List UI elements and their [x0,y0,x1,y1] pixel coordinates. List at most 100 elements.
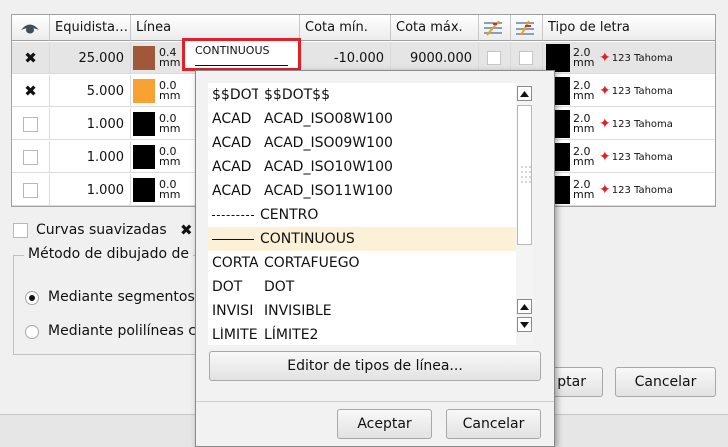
font-star-icon: ✦ [599,83,611,99]
scroll-thumb[interactable] [517,105,532,245]
linetype-name: INVISIBLE [264,303,332,319]
visibility-cell: ✖ [12,42,50,74]
linetype-list-item[interactable]: CENTRO [208,203,523,227]
font-cell[interactable]: 2.0 mm ✦ 123 Tahoma [543,174,715,206]
max-elevation-header[interactable]: Cota máx. [391,15,479,41]
scroll-down-button[interactable] [517,317,532,332]
label-option-checkbox-1[interactable] [487,51,501,65]
line-weight-label: 0.0 mm [159,79,181,102]
linetype-name: ACAD_ISO11W100 [264,183,393,199]
arrow-up-icon [520,303,529,310]
linetype-name: ACAD_ISO10W100 [264,159,393,175]
linetype-preview: DOT [212,279,243,295]
font-star-icon: ✦ [599,116,611,132]
linetype-list-item[interactable]: ACAD ACAD_ISO08W100 [208,107,523,131]
linetype-preview: ACAD [212,183,252,199]
grip-icon [521,166,531,183]
visibility-cell: ✖ [12,75,50,107]
font-star-icon: ✦ [599,149,611,165]
linetype-list[interactable]: $$DOT $$DOT$$ ACAD ACAD_ISO08W100 ACAD ACAD_I… [208,83,528,345]
equidistance-cell[interactable]: 1.000 [50,174,131,206]
line-color-swatch[interactable] [133,145,155,169]
font-cell[interactable]: 2.0 mm ✦ 123 Tahoma [543,141,715,173]
font-name: ✦ 123 Tahoma [599,182,673,198]
visibility-cell [12,108,50,140]
visibility-checkbox[interactable] [23,116,38,132]
visibility-checkbox[interactable] [23,182,38,198]
smooth-curves-label: Curvas suavizadas [36,222,167,238]
scroll-up-small-button[interactable] [517,299,532,314]
second-checkbox-checked[interactable]: ✖ [180,221,193,239]
linetype-list-item[interactable]: ACAD ACAD_ISO09W100 [208,131,523,155]
list-scrollbar[interactable] [516,83,533,345]
arrow-down-icon [520,321,529,328]
linetype-list-item[interactable]: $$DOT $$DOT$$ [208,83,523,107]
equidistance-header[interactable]: Equidista… [50,15,131,41]
visibility-cell [12,141,50,173]
line-weight-label: 0.0 mm [159,145,181,168]
visibility-checkbox[interactable]: ✖ [23,50,38,66]
linetype-preview: ACAD [212,135,252,151]
font-star-icon: ✦ [599,50,611,66]
font-name: ✦ 123 Tahoma [599,50,673,66]
font-star-icon: ✦ [599,182,611,198]
linetype-preview: INVISI [212,303,254,319]
font-cell[interactable]: 2.0 mm ✦ 123 Tahoma [543,75,715,107]
line-color-swatch[interactable] [133,79,155,103]
visibility-checkbox[interactable] [23,149,38,165]
font-name: ✦ 123 Tahoma [599,149,673,165]
linetype-list-item[interactable]: LÍMITE LÍMITE2 [208,323,523,345]
visibility-column-header[interactable] [12,15,50,41]
font-size-label: 2.0 mm [573,178,595,201]
linetype-preview: ACAD [212,159,252,175]
cancel-button[interactable]: Cancelar [615,367,716,397]
font-size-label: 2.0 mm [573,79,595,102]
linetype-combo-highlighted[interactable]: CONTINUOUS [182,38,301,71]
line-color-swatch[interactable] [133,46,155,70]
min-elevation-header[interactable]: Cota mín. [300,15,391,41]
linetype-name: CONTINUOUS [260,231,355,247]
label-option-checkbox-2[interactable] [519,51,533,65]
contour-label-icon [484,19,502,36]
arrow-up-icon [520,90,529,97]
font-color-swatch[interactable] [546,44,570,72]
font-cell[interactable]: 2.0 mm ✦ 123 Tahoma [543,108,715,140]
smooth-curves-checkbox[interactable] [13,223,28,238]
linetype-list-item[interactable]: ACAD ACAD_ISO11W100 [208,179,523,203]
popup-divider [196,401,554,402]
radio-polylines[interactable] [25,325,39,339]
linetype-editor-button[interactable]: Editor de tipos de línea... [209,351,541,381]
linetype-name: ACAD_ISO08W100 [264,111,393,127]
linetype-dropdown-popup: $$DOT $$DOT$$ ACAD ACAD_ISO08W100 ACAD ACAD_I… [195,70,555,447]
linetype-preview: LÍMITE [212,327,258,343]
contour-label-icon [516,20,534,35]
linetype-list-item[interactable]: DOT DOT [208,275,523,299]
label-option-header-2[interactable] [511,15,543,41]
equidistance-cell[interactable]: 1.000 [50,141,131,173]
equidistance-cell[interactable]: 1.000 [50,108,131,140]
linetype-list-item[interactable]: ACAD ACAD_ISO10W100 [208,155,523,179]
radio-segments[interactable] [25,291,39,305]
popup-cancel-button[interactable]: Cancelar [446,409,541,439]
line-weight-label: 0.0 mm [159,112,181,135]
drawing-method-title: Método de dibujado de [24,246,194,262]
visibility-checkbox[interactable]: ✖ [23,83,38,99]
scroll-up-button[interactable] [517,86,532,101]
line-color-swatch[interactable] [133,112,155,136]
equidistance-cell[interactable]: 5.000 [50,75,131,107]
linetype-name: $$DOT$$ [264,87,330,103]
line-color-swatch[interactable] [133,178,155,202]
equidistance-cell[interactable]: 25.000 [50,42,131,74]
label-option-header-1[interactable] [479,15,511,41]
font-name: ✦ 123 Tahoma [599,116,673,132]
visibility-cell [12,174,50,206]
linetype-list-item[interactable]: CONTINUOUS [208,227,523,251]
linetype-name: CORTAFUEGO [264,255,360,271]
popup-accept-button[interactable]: Aceptar [337,409,432,439]
font-cell[interactable]: 2.0 mm ✦ 123 Tahoma [543,42,715,74]
linetype-name: CENTRO [260,207,319,223]
linetype-list-item[interactable]: CORTA CORTAFUEGO [208,251,523,275]
linetype-list-item[interactable]: INVISI INVISIBLE [208,299,523,323]
font-type-header[interactable]: Tipo de letra [543,15,715,41]
radio-segments-label: Mediante segmentos [48,289,195,305]
